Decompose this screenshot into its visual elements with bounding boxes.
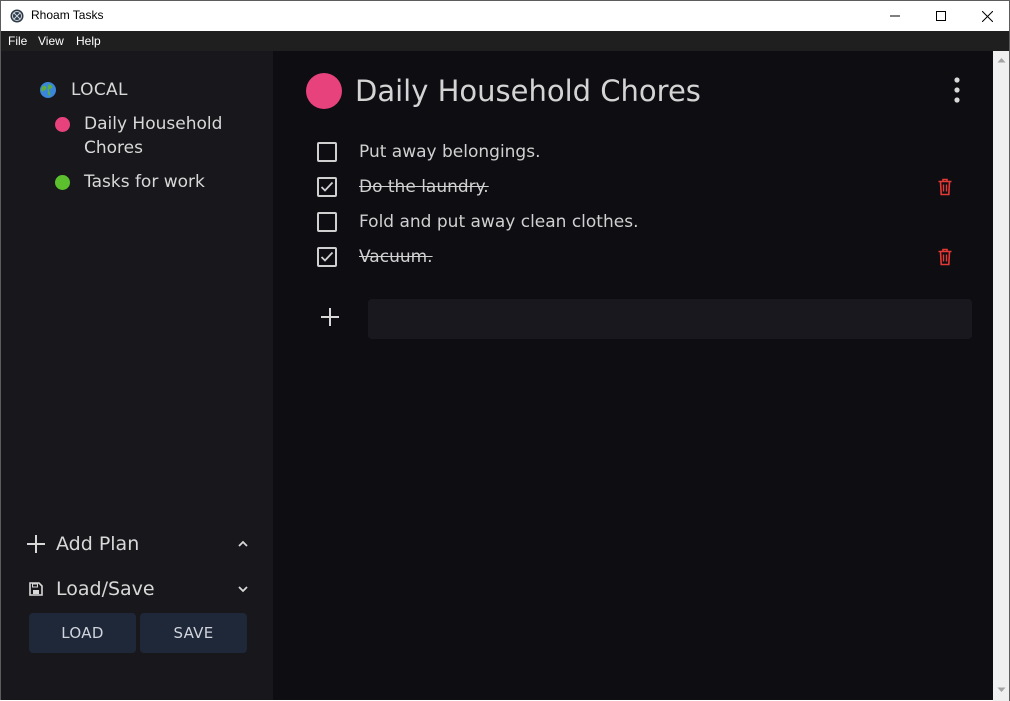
checkmark-icon [320,181,334,192]
close-icon [981,10,993,22]
add-task-plus-icon[interactable] [320,307,340,327]
new-task-input[interactable] [368,299,972,339]
task-text: Fold and put away clean clothes. [359,212,639,232]
maximize-icon [936,11,946,21]
task-checkbox-checked[interactable] [317,177,337,197]
globe-icon [40,82,56,98]
add-plan-label: Add Plan [56,533,140,555]
vertical-scrollbar[interactable] [993,51,1010,701]
task-checkbox-checked[interactable] [317,247,337,267]
checkmark-icon [320,251,334,262]
window-title: Rhoam Tasks [31,8,104,22]
save-button[interactable]: SAVE [140,613,247,653]
title-bar: Rhoam Tasks [0,0,1010,31]
chevron-up-icon [238,540,248,547]
page-title: Daily Household Chores [355,74,701,108]
minimize-icon [890,15,900,17]
plan-color-indicator [306,73,342,109]
sidebar-root-label: LOCAL [71,80,128,100]
task-row: Vacuum. [317,242,967,272]
chevron-down-icon [238,586,248,593]
close-button[interactable] [964,1,1010,31]
sidebar-item-label: Tasks for work [84,172,205,192]
menu-help[interactable]: Help [76,34,101,48]
menu-file[interactable]: File [8,34,27,48]
plus-icon [25,533,47,555]
plan-color-dot [55,117,70,132]
menu-bar: File View Help [0,31,1010,51]
minimize-button[interactable] [872,1,918,31]
task-row: Put away belongings. [317,137,967,167]
add-plan-toggle[interactable]: Add Plan [25,532,250,556]
sidebar: LOCAL Daily Household Chores Tasks for w… [0,51,273,700]
task-checkbox[interactable] [317,212,337,232]
app-logo-icon [10,9,24,23]
sidebar-item-daily-household-chores[interactable]: Daily Household Chores [55,112,254,160]
sidebar-item-label: Daily Household Chores [84,114,223,158]
scroll-down-arrow-icon[interactable] [997,687,1006,693]
task-checkbox[interactable] [317,142,337,162]
scroll-up-arrow-icon[interactable] [997,57,1006,63]
maximize-button[interactable] [918,1,964,31]
task-text: Do the laundry. [359,177,489,197]
sidebar-root-local[interactable]: LOCAL [40,79,128,101]
more-vertical-icon[interactable] [951,76,963,104]
task-row: Do the laundry. [317,172,967,202]
load-save-toggle[interactable]: Load/Save [25,577,250,601]
load-save-label: Load/Save [56,578,155,600]
floppy-disk-icon [25,578,47,600]
load-button[interactable]: LOAD [29,613,136,653]
trash-icon[interactable] [937,248,953,266]
sidebar-item-tasks-for-work[interactable]: Tasks for work [55,170,254,194]
task-text: Vacuum. [359,247,433,267]
menu-view[interactable]: View [38,34,64,48]
task-row: Fold and put away clean clothes. [317,207,967,237]
main-panel: Daily Household Chores Put away belongin… [273,51,993,700]
trash-icon[interactable] [937,178,953,196]
task-text: Put away belongings. [359,142,541,162]
plan-color-dot [55,175,70,190]
